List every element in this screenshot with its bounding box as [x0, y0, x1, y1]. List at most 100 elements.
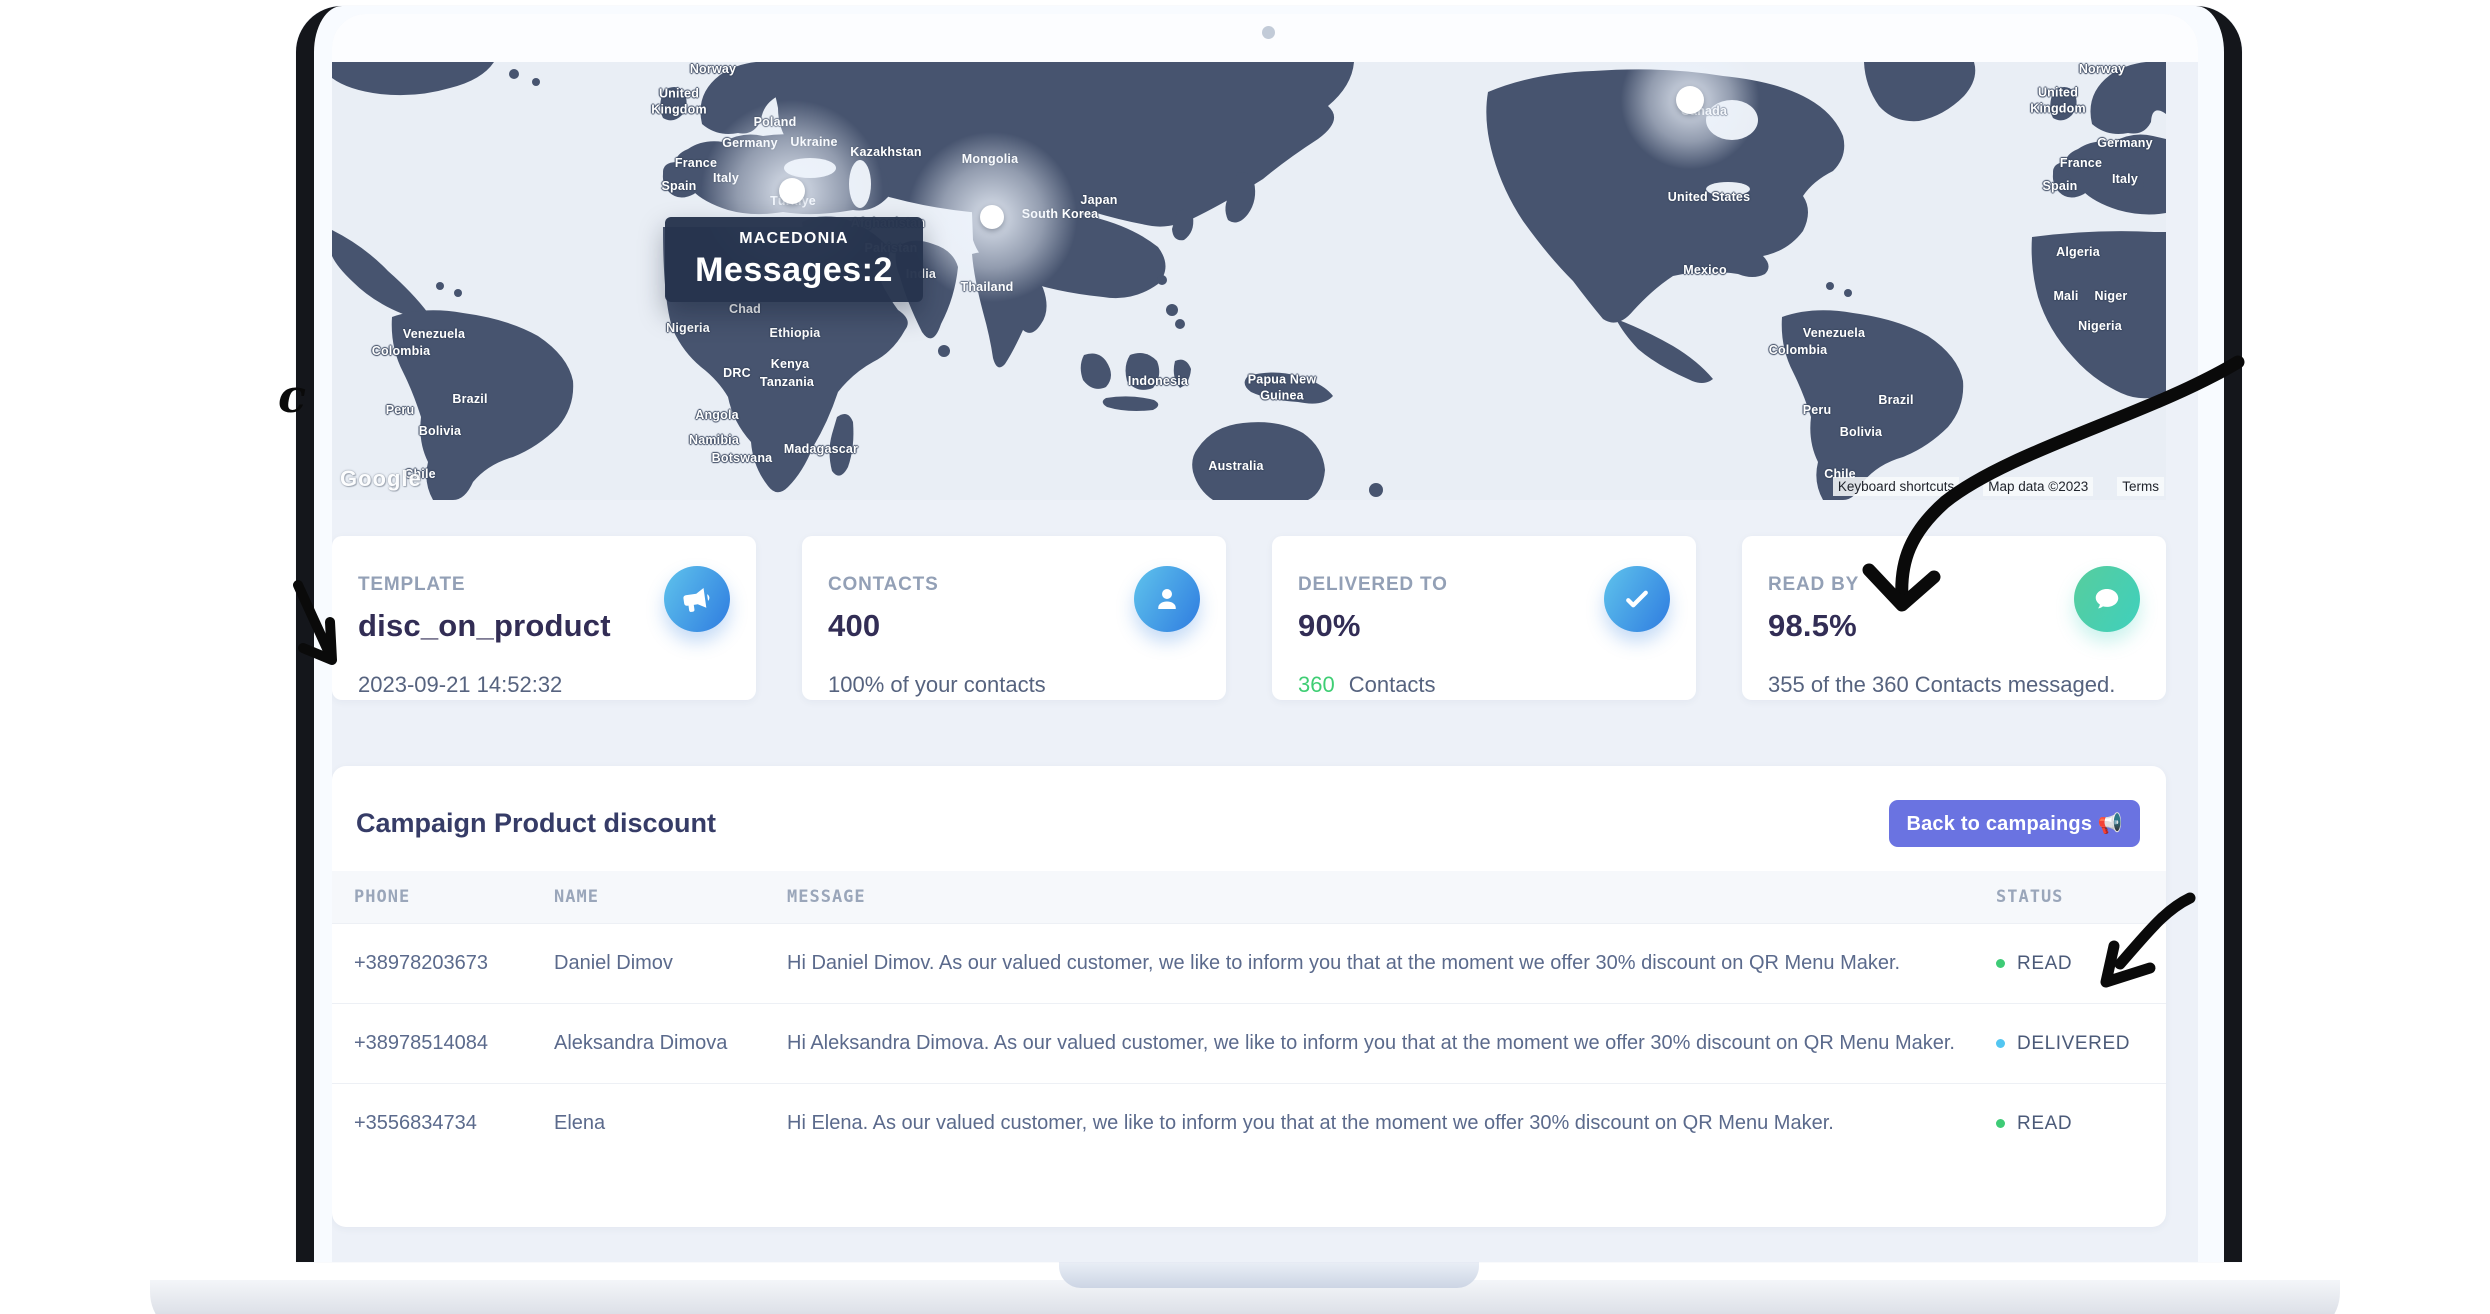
map-country-label: Venezuela — [403, 327, 465, 343]
status-badge: READ — [2017, 1113, 2072, 1135]
map-country-label: Madagascar — [784, 442, 858, 458]
map-country-label: Ethiopia — [770, 326, 821, 342]
column-header-status: STATUS — [1996, 887, 2166, 907]
map-country-label: South Korea — [1022, 207, 1099, 223]
map-country-label: Japan — [1080, 193, 1117, 209]
map-country-label: Papua New Guinea — [1248, 372, 1317, 403]
megaphone-icon — [664, 566, 730, 632]
table-row: +38978203673 Daniel Dimov Hi Daniel Dimo… — [332, 923, 2166, 1003]
google-logo[interactable]: Google — [340, 466, 422, 492]
campaign-title: Campaign Product discount — [356, 808, 716, 839]
cell-name: Elena — [554, 1112, 787, 1135]
message-location-marker[interactable] — [779, 178, 805, 204]
table-row: +38978514084 Aleksandra Dimova Hi Aleksa… — [332, 1003, 2166, 1083]
stats-row: TEMPLATE disc_on_product 2023-09-21 14:5… — [332, 536, 2166, 700]
cell-phone: +38978203673 — [354, 952, 554, 975]
map-country-label: Peru — [1803, 403, 1832, 419]
map-country-label: Indonesia — [1128, 374, 1188, 390]
laptop-screen: Norway United Kingdom Poland Germany Ukraine… — [296, 6, 2242, 1262]
column-header-phone: PHONE — [354, 887, 554, 907]
map-country-label: Brazil — [1878, 393, 1913, 409]
map-country-label: United Kingdom — [2030, 85, 2086, 116]
status-dot — [1996, 1039, 2005, 1048]
stat-card-contacts: CONTACTS 400 100% of your contacts — [802, 536, 1226, 700]
map-country-label: Kazakhstan — [850, 145, 921, 161]
cell-name: Daniel Dimov — [554, 952, 787, 975]
map-country-label: Mongolia — [962, 152, 1018, 168]
chat-icon — [2074, 566, 2140, 632]
cell-message: Hi Daniel Dimov. As our valued customer,… — [787, 952, 1996, 975]
cell-status: READ — [1996, 1113, 2166, 1135]
world-map[interactable]: Norway United Kingdom Poland Germany Ukraine… — [332, 62, 2166, 500]
map-country-label: Brazil — [452, 392, 487, 408]
map-country-label: Norway — [2079, 62, 2125, 78]
map-country-label: Peru — [386, 403, 415, 419]
cell-phone: +38978514084 — [354, 1032, 554, 1055]
map-country-label: Botswana — [712, 451, 773, 467]
dashboard-body: TEMPLATE disc_on_product 2023-09-21 14:5… — [332, 500, 2198, 1262]
stat-subtext: 360Contacts — [1298, 672, 1436, 698]
status-dot — [1996, 959, 2005, 968]
status-dot — [1996, 1119, 2005, 1128]
map-country-label: Angola — [695, 408, 739, 424]
map-country-label: Namibia — [689, 433, 739, 449]
status-badge: READ — [2017, 953, 2072, 975]
map-country-label: DRC — [723, 366, 751, 382]
tooltip-country: MACEDONIA — [665, 230, 923, 248]
map-country-label: Germany — [2097, 136, 2153, 152]
map-country-label: France — [2060, 156, 2102, 172]
laptop-hinge-notch — [1059, 1258, 1479, 1288]
stat-subtext: 100% of your contacts — [828, 672, 1046, 698]
map-country-label: Italy — [2112, 172, 2138, 188]
stat-card-read: READ BY 98.5% 355 of the 360 Contacts me… — [1742, 536, 2166, 700]
cell-message: Hi Aleksandra Dimova. As our valued cust… — [787, 1032, 1996, 1055]
message-location-marker[interactable] — [1676, 86, 1704, 114]
keyboard-shortcuts-link[interactable]: Keyboard shortcuts — [1833, 477, 1959, 496]
map-country-label: Norway — [690, 62, 736, 78]
tooltip-messages-count: Messages:2 — [665, 251, 923, 290]
dashboard-screen: Norway United Kingdom Poland Germany Ukraine… — [332, 14, 2198, 1262]
map-country-label: United States — [1668, 190, 1750, 206]
map-country-label: Kenya — [771, 357, 810, 373]
map-country-label: Spain — [661, 179, 696, 195]
stat-subtext: 355 of the 360 Contacts messaged. — [1768, 672, 2115, 698]
map-country-label: Niger — [2095, 289, 2128, 305]
map-country-label: Colombia — [372, 344, 431, 360]
stat-card-delivered: DELIVERED TO 90% 360Contacts — [1272, 536, 1696, 700]
map-country-label: Australia — [1208, 459, 1263, 475]
back-to-campaigns-button[interactable]: Back to campaings 📢 — [1889, 800, 2140, 847]
map-country-label: Spain — [2042, 179, 2077, 195]
check-icon — [1604, 566, 1670, 632]
table-row: +3556834734 Elena Hi Elena. As our value… — [332, 1083, 2166, 1163]
map-country-label: Colombia — [1769, 343, 1828, 359]
terms-link[interactable]: Terms — [2117, 477, 2164, 496]
map-country-label: Thailand — [961, 280, 1014, 296]
map-country-label: Mali — [2053, 289, 2078, 305]
camera-dot — [1262, 26, 1275, 39]
table-header-row: PHONE NAME MESSAGE STATUS — [332, 871, 2166, 923]
campaign-header: Campaign Product discount Back to campai… — [332, 766, 2166, 847]
cell-message: Hi Elena. As our valued customer, we lik… — [787, 1112, 1996, 1135]
map-country-label: Poland — [754, 115, 797, 131]
user-icon — [1134, 566, 1200, 632]
stat-subtext: 2023-09-21 14:52:32 — [358, 672, 562, 698]
map-country-label: Bolivia — [1840, 425, 1882, 441]
campaign-panel: Campaign Product discount Back to campai… — [332, 766, 2166, 1227]
map-country-label: Bolivia — [419, 424, 461, 440]
message-location-marker[interactable] — [980, 205, 1004, 229]
cell-name: Aleksandra Dimova — [554, 1032, 787, 1055]
map-country-label: Venezuela — [1803, 326, 1865, 342]
map-country-label: Algeria — [2056, 245, 2100, 261]
cell-status: READ — [1996, 953, 2166, 975]
stat-card-template: TEMPLATE disc_on_product 2023-09-21 14:5… — [332, 536, 756, 700]
status-badge: DELIVERED — [2017, 1033, 2130, 1055]
column-header-message: MESSAGE — [787, 887, 1996, 907]
map-landmass — [332, 62, 2166, 500]
cell-phone: +3556834734 — [354, 1112, 554, 1135]
map-tooltip: MACEDONIA Messages:2 — [665, 217, 923, 302]
map-country-label: Ukraine — [790, 135, 837, 151]
map-country-label: Italy — [713, 171, 739, 187]
column-header-name: NAME — [554, 887, 787, 907]
map-country-label: United Kingdom — [651, 86, 707, 117]
map-data-attribution: Map data ©2023 — [1983, 477, 2093, 496]
